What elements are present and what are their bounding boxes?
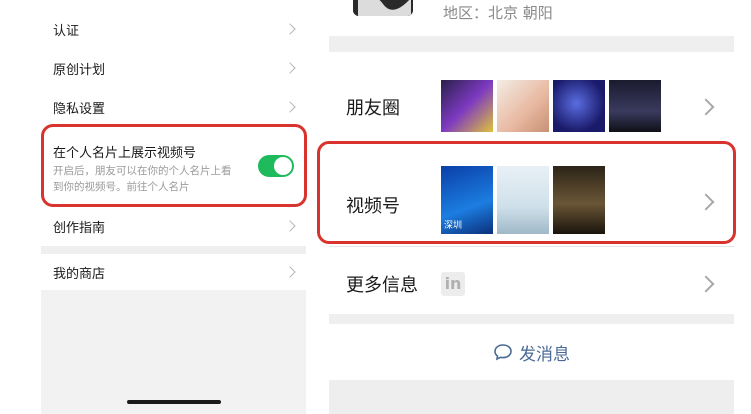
bottom-empty-area xyxy=(329,380,734,414)
settings-item-my-shop[interactable]: 我的商店 xyxy=(41,254,306,290)
channels-label: 视频号 xyxy=(346,196,400,217)
chevron-right-icon xyxy=(697,193,715,211)
chevron-right-icon xyxy=(284,62,296,74)
more-info-label: 更多信息 xyxy=(346,275,418,296)
settings-item-label: 创作指南 xyxy=(53,220,106,236)
toggle-knob xyxy=(274,157,292,175)
channels-video-3 xyxy=(553,166,605,234)
avatar-image xyxy=(353,0,413,16)
linkedin-icon: in xyxy=(441,272,465,296)
show-channels-toggle[interactable] xyxy=(258,155,294,177)
settings-item-original-plan[interactable]: 原创计划 xyxy=(41,51,306,85)
avatar[interactable] xyxy=(353,0,413,16)
settings-item-label: 认证 xyxy=(53,23,80,39)
channels-video-2 xyxy=(497,166,549,234)
chevron-right-icon xyxy=(284,220,296,232)
settings-item-creator-guide[interactable]: 创作指南 xyxy=(41,209,306,243)
thumb-caption: 深圳 xyxy=(444,221,463,231)
settings-item-label: 我的商店 xyxy=(53,266,106,282)
section-divider xyxy=(41,246,306,254)
chevron-right-icon xyxy=(697,98,715,116)
row-divider xyxy=(329,246,734,247)
setting-title: 在个人名片上展示视频号 xyxy=(53,146,197,161)
chevron-right-icon xyxy=(284,101,296,113)
chevron-right-icon xyxy=(284,23,296,35)
settings-item-privacy[interactable]: 隐私设置 xyxy=(41,90,306,124)
moments-photo-1 xyxy=(441,80,493,132)
moments-photo-3 xyxy=(553,80,605,132)
moments-photo-2 xyxy=(497,80,549,132)
settings-item-label: 隐私设置 xyxy=(53,101,106,117)
setting-description-line2: 到你的视频号。前往个人名片 xyxy=(53,181,190,193)
moments-label: 朋友圈 xyxy=(346,98,400,119)
section-divider xyxy=(329,36,734,52)
moments-row[interactable]: 朋友圈 xyxy=(329,62,734,142)
section-divider xyxy=(329,314,734,324)
home-indicator xyxy=(127,400,221,404)
channels-video-1: 深圳 xyxy=(441,166,493,234)
chat-bubble-icon xyxy=(494,344,512,361)
channels-row[interactable]: 视频号 深圳 xyxy=(329,150,734,238)
send-message-button[interactable]: 发消息 xyxy=(329,326,734,378)
settings-item-verification[interactable]: 认证 xyxy=(41,12,306,46)
setting-description-line1: 开启后，朋友可以在你的个人名片上看 xyxy=(53,165,232,177)
chevron-right-icon xyxy=(284,266,296,278)
more-info-row[interactable]: 更多信息 in xyxy=(329,252,734,314)
send-message-label: 发消息 xyxy=(519,344,570,365)
settings-item-label: 原创计划 xyxy=(53,62,106,78)
settings-panel: 认证 原创计划 隐私设置 在个人名片上展示视频号 开启后，朋友可以在你的个人名片… xyxy=(41,0,306,414)
empty-area xyxy=(41,290,306,414)
chevron-right-icon xyxy=(697,275,715,293)
moments-photo-4 xyxy=(609,80,661,132)
profile-panel: 地区：北京 朝阳 朋友圈 视频号 深圳 更多信息 in 发消息 xyxy=(329,0,734,414)
region-text: 地区：北京 朝阳 xyxy=(443,4,553,22)
